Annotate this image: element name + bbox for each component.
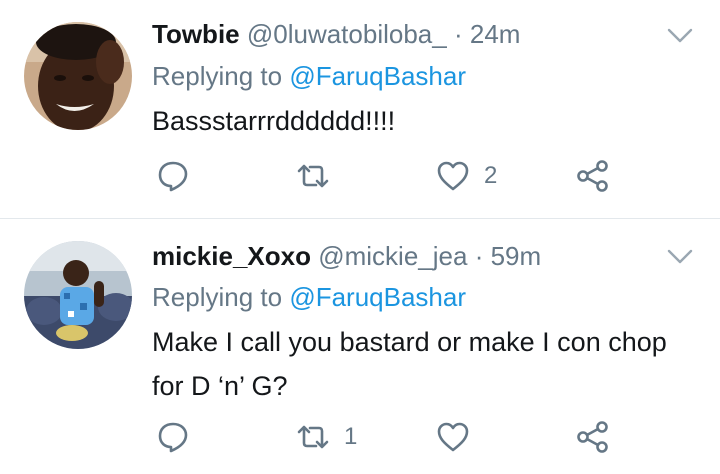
- display-name[interactable]: mickie_Xoxo: [152, 241, 311, 271]
- reply-icon: [158, 422, 188, 453]
- retweet-icon: [297, 164, 329, 188]
- user-handle[interactable]: @0luwatobiloba_: [247, 19, 447, 49]
- replying-to: Replying to @FaruqBashar: [152, 279, 466, 315]
- share-icon: [577, 421, 608, 453]
- replying-to-mention[interactable]: @FaruqBashar: [289, 282, 466, 312]
- user-handle[interactable]: @mickie_jea: [318, 241, 467, 271]
- like-icon: [437, 422, 469, 452]
- share-icon: [577, 160, 608, 192]
- tweet-header: mickie_Xoxo @mickie_jea · 59m: [152, 238, 541, 274]
- tweet-actions: 2: [152, 156, 622, 196]
- retweet-count: 1: [344, 423, 358, 450]
- avatar[interactable]: [24, 22, 132, 130]
- like-button[interactable]: 2: [436, 156, 497, 196]
- timestamp[interactable]: 59m: [491, 241, 542, 271]
- replying-to-prefix: Replying to: [152, 282, 283, 312]
- reply-button[interactable]: [156, 417, 204, 457]
- retweet-icon: [297, 425, 329, 449]
- tweet-text: Bassstarrrdddddd!!!!: [152, 106, 396, 136]
- tweet-text: Make I call you bastard or make I con ch…: [152, 327, 667, 401]
- display-name[interactable]: Towbie: [152, 19, 240, 49]
- tweet-header: Towbie @0luwatobiloba_ · 24m: [152, 16, 520, 52]
- separator: ·: [453, 19, 463, 49]
- retweet-button[interactable]: [296, 156, 344, 196]
- separator: ·: [474, 241, 484, 271]
- reply-icon: [158, 161, 188, 192]
- chevron-down-icon[interactable]: [666, 26, 694, 46]
- replying-to: Replying to @FaruqBashar: [152, 58, 466, 94]
- replying-to-mention[interactable]: @FaruqBashar: [289, 61, 466, 91]
- avatar[interactable]: [24, 241, 132, 349]
- share-button[interactable]: [576, 156, 610, 196]
- chevron-down-icon[interactable]: [666, 247, 694, 267]
- share-button[interactable]: [576, 417, 610, 457]
- timestamp[interactable]: 24m: [470, 19, 521, 49]
- retweet-button[interactable]: 1: [296, 417, 357, 457]
- like-icon: [437, 161, 469, 191]
- reply-button[interactable]: [156, 156, 204, 196]
- tweet-actions: 1: [152, 417, 622, 457]
- replying-to-prefix: Replying to: [152, 61, 283, 91]
- tweet[interactable]: Towbie @0luwatobiloba_ · 24m Replying to…: [0, 0, 720, 218]
- like-button[interactable]: [436, 417, 484, 457]
- like-count: 2: [484, 162, 498, 189]
- tweet[interactable]: mickie_Xoxo @mickie_jea · 59m Replying t…: [0, 219, 720, 474]
